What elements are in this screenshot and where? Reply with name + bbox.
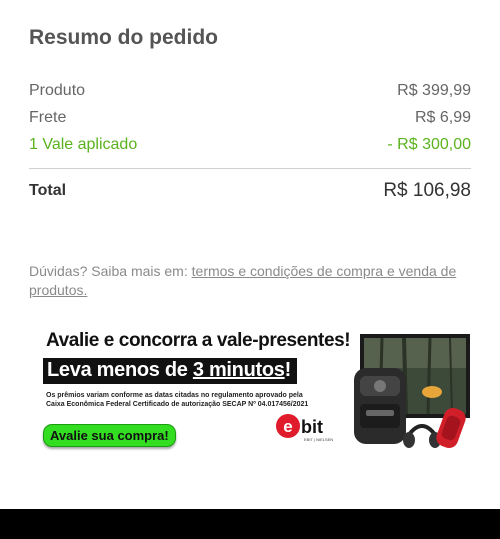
voucher-value: - R$ 300,00	[387, 136, 471, 153]
help-prefix: Dúvidas? Saiba mais em:	[29, 263, 192, 279]
ebit-review-banner[interactable]: Avalie e concorra a vale-presentes! Leva…	[42, 330, 472, 455]
review-purchase-button[interactable]: Avalie sua compra!	[43, 424, 176, 447]
banner-fine-print: Os prêmios variam conforme as datas cita…	[46, 392, 309, 408]
order-summary-title: Resumo do pedido	[29, 26, 218, 49]
bottom-bar	[0, 509, 500, 539]
product-value: R$ 399,99	[397, 82, 471, 99]
ebit-logo: e bit EBIT | NIELSEN	[274, 410, 344, 446]
banner-time-box: Leva menos de 3 minutos!	[43, 358, 297, 384]
voucher-row: 1 Vale aplicado - R$ 300,00	[29, 136, 471, 154]
product-row: Produto R$ 399,99	[29, 82, 471, 100]
banner-box-suffix: !	[284, 359, 292, 381]
banner-headline: Avalie e concorra a vale-presentes!	[46, 330, 351, 351]
ebit-logo-icon: e bit EBIT | NIELSEN	[276, 414, 333, 442]
total-value: R$ 106,98	[383, 180, 471, 201]
shipping-row: Frete R$ 6,99	[29, 109, 471, 127]
total-label: Total	[29, 182, 67, 199]
prize-products-icon	[354, 334, 470, 449]
banner-box-highlight: 3 minutos	[192, 359, 285, 381]
help-text: Dúvidas? Saiba mais em: termos e condiçõ…	[29, 262, 474, 300]
voucher-label: 1 Vale aplicado	[29, 136, 138, 153]
product-label: Produto	[29, 82, 86, 99]
svg-text:e: e	[283, 417, 292, 436]
shipping-value: R$ 6,99	[414, 109, 471, 126]
summary-divider	[29, 168, 471, 169]
prize-products-image	[352, 332, 472, 452]
svg-text:bit: bit	[301, 417, 323, 437]
banner-box-prefix: Leva menos de	[47, 359, 193, 381]
svg-text:EBIT | NIELSEN: EBIT | NIELSEN	[304, 437, 333, 442]
shipping-label: Frete	[29, 109, 67, 126]
